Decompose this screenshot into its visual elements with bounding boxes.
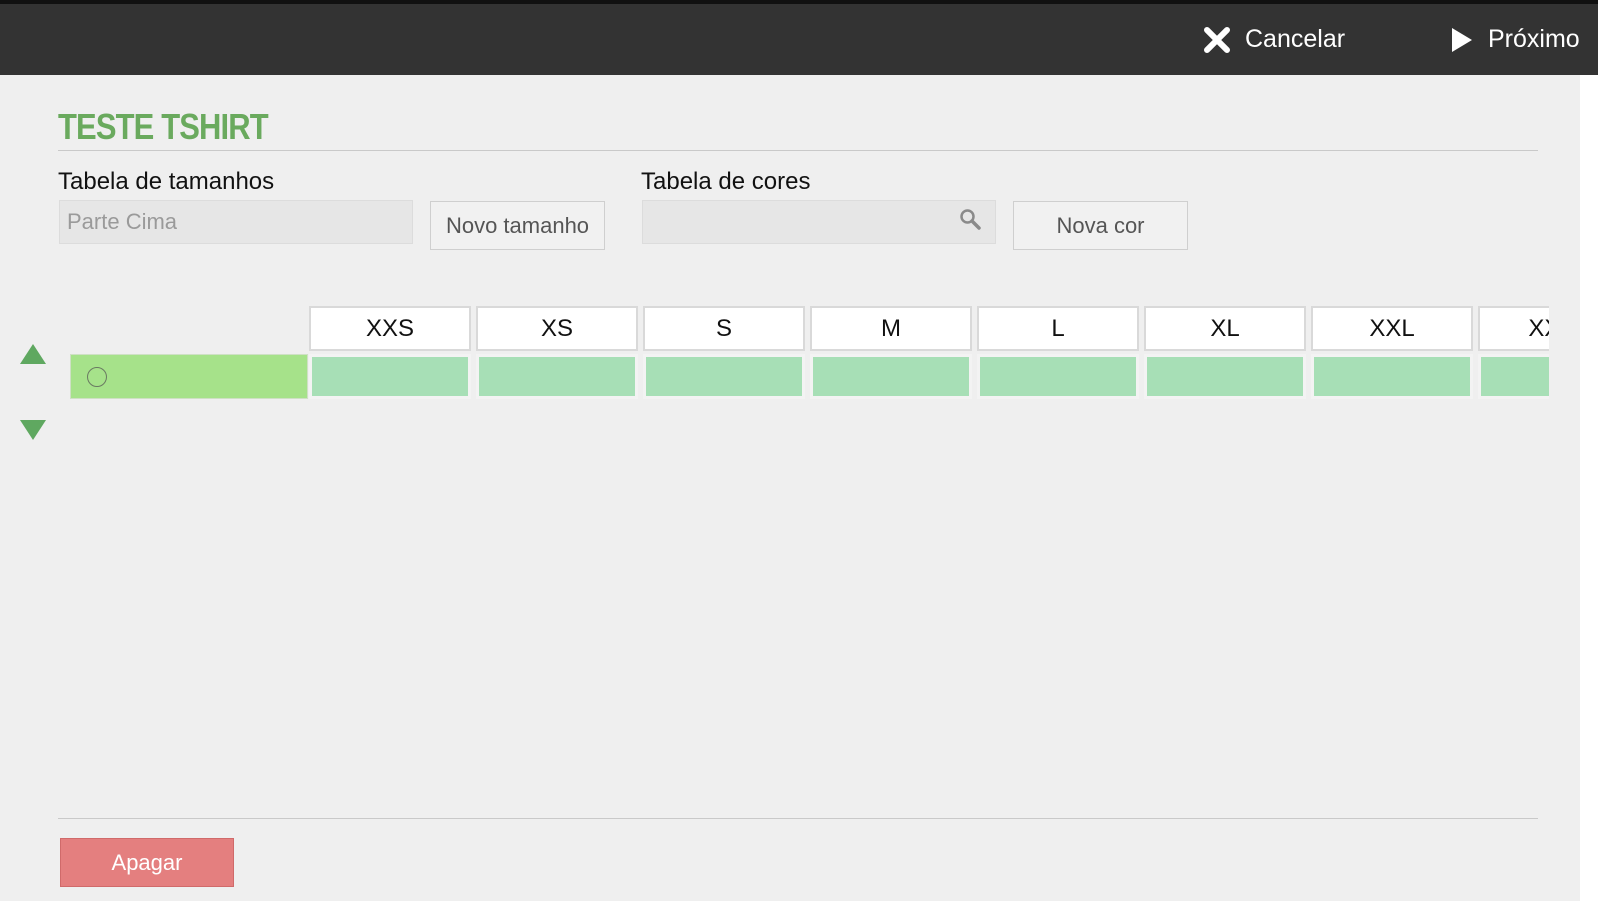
delete-button[interactable]: Apagar [60, 838, 234, 887]
grid-cell[interactable] [476, 354, 638, 399]
sizes-table-value: Parte Cima [67, 209, 178, 234]
column-header: XXL [1311, 306, 1473, 351]
grid-cell[interactable] [977, 354, 1139, 399]
row-select-radio[interactable] [87, 367, 107, 387]
cancel-label: Cancelar [1245, 25, 1346, 53]
grid-cell[interactable] [1478, 354, 1549, 399]
next-button[interactable]: Próximo [1450, 4, 1580, 75]
scroll-edge [1580, 75, 1598, 901]
cancel-button[interactable]: Cancelar [1203, 4, 1345, 75]
grid-cell[interactable] [1144, 354, 1306, 399]
search-icon[interactable] [959, 208, 981, 236]
grid-cell[interactable] [309, 354, 471, 399]
footer-divider [58, 818, 1538, 819]
column-header: M [810, 306, 972, 351]
row-header[interactable] [70, 354, 308, 399]
colors-table-label: Tabela de cores [641, 168, 811, 195]
column-header: L [977, 306, 1139, 351]
move-down-arrow-icon[interactable] [19, 418, 47, 442]
column-header: S [643, 306, 805, 351]
column-header: XXS [309, 306, 471, 351]
new-color-button[interactable]: Nova cor [1013, 201, 1188, 250]
grid-cell[interactable] [643, 354, 805, 399]
play-icon [1450, 26, 1474, 54]
grid-cell[interactable] [810, 354, 972, 399]
next-label: Próximo [1488, 25, 1580, 53]
sizes-table-label: Tabela de tamanhos [58, 168, 275, 195]
top-bar: Cancelar Próximo [0, 0, 1598, 75]
colors-table-input[interactable] [642, 200, 996, 244]
column-header: XS [476, 306, 638, 351]
sizes-table-input[interactable]: Parte Cima [59, 200, 413, 244]
page-title: TESTE TSHIRT [58, 106, 269, 147]
move-up-arrow-icon[interactable] [19, 342, 47, 366]
close-icon [1203, 26, 1231, 54]
new-size-button[interactable]: Novo tamanho [430, 201, 605, 250]
column-header: XXXL [1478, 306, 1549, 351]
column-header: XL [1144, 306, 1306, 351]
title-divider [58, 150, 1538, 151]
size-color-grid: XXS XS S M L XL XXL XXXL [70, 306, 1549, 402]
grid-cell[interactable] [1311, 354, 1473, 399]
